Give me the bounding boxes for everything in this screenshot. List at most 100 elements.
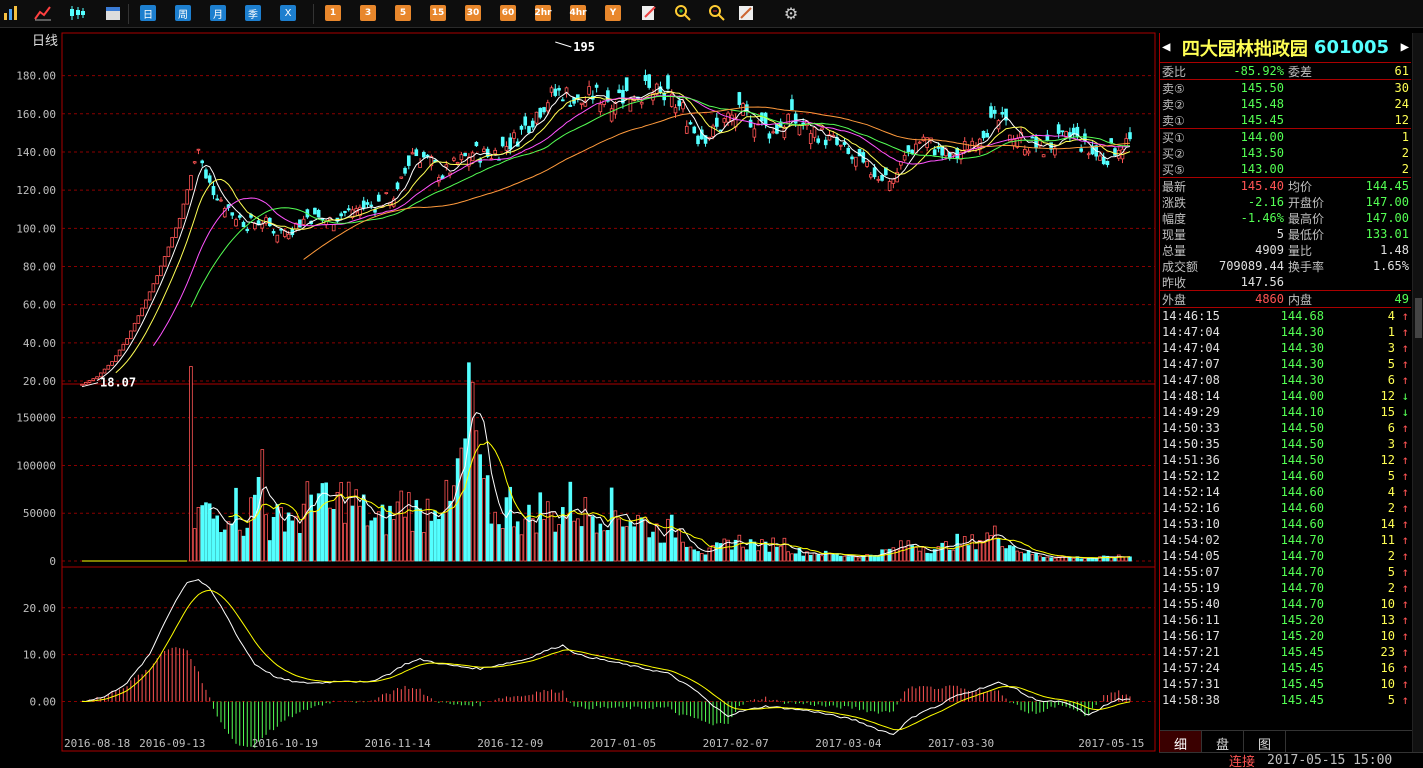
volume-bar (313, 511, 317, 562)
volume-bar (591, 516, 595, 562)
candle-body (414, 149, 419, 157)
price-tick-label: 180.00 (16, 70, 56, 83)
volume-bar (388, 505, 392, 562)
candle-body (459, 154, 464, 161)
candlestick-icon[interactable] (68, 4, 86, 22)
kline-chart[interactable]: 日线 180.00 160.00 140.00 120.00 100.00 80.00 60.… (0, 29, 1158, 768)
volume-bar (519, 534, 524, 562)
period-3min-button[interactable]: 3 (360, 5, 376, 21)
period-year-button[interactable]: Y (605, 5, 621, 21)
volume-bar (846, 556, 851, 562)
prev-stock-icon[interactable]: ◀ (1162, 39, 1170, 55)
candle-body (80, 383, 84, 386)
stat-row: 幅度 -1.46% 最高价 147.00 (1160, 210, 1411, 226)
connection-status[interactable]: 连接 (1229, 751, 1255, 768)
period-5min-button[interactable]: 5 (395, 5, 411, 21)
tick-volume: 5 (1387, 469, 1395, 483)
tick-price: 144.50 (1280, 453, 1324, 467)
candle-body (346, 208, 351, 211)
next-stock-icon[interactable]: ▶ (1401, 39, 1409, 55)
volume-bar (730, 549, 734, 562)
candle-body (752, 128, 757, 138)
zoom-in-icon[interactable] (674, 4, 692, 22)
date-tick-label: 2016-08-18 (64, 737, 130, 750)
stat-value: 145.40 (1240, 179, 1284, 193)
scrollbar-thumb[interactable] (1415, 298, 1422, 338)
candle-body (1128, 132, 1132, 140)
volume-bar (433, 510, 437, 562)
volume-bar (222, 529, 227, 562)
candle-body (587, 86, 591, 95)
period-month-button[interactable]: 月 (210, 5, 226, 21)
volume-bar (666, 518, 670, 562)
volume-bar (636, 514, 640, 562)
candle-body (1026, 150, 1031, 154)
volume-bar (947, 549, 952, 562)
ask-price: 145.48 (1240, 97, 1284, 111)
tick-row: 14:47:07 144.30 5 ↑ (1160, 356, 1411, 372)
period-day-button[interactable]: 日 (140, 5, 156, 21)
line-chart-icon[interactable] (34, 4, 52, 22)
ma10-line (115, 91, 1131, 374)
quote-scrollbar[interactable] (1412, 33, 1423, 768)
tick-direction: ↑ (1401, 341, 1409, 355)
period-60min-button[interactable]: 60 (500, 5, 516, 21)
bid-label: 买② (1162, 146, 1185, 161)
tick-volume: 15 (1380, 405, 1395, 419)
tick-row: 14:50:35 144.50 3 ↑ (1160, 436, 1411, 452)
candle-body (369, 204, 374, 207)
volume-bar (549, 511, 554, 562)
candle-body (95, 376, 99, 380)
tick-row: 14:55:07 144.70 5 ↑ (1160, 564, 1411, 580)
volume-bar (455, 458, 460, 562)
statusbar: 连接 2017-05-15 15:00 (1159, 752, 1423, 768)
bar-chart-icon[interactable] (2, 4, 20, 22)
tick-price: 145.45 (1280, 693, 1324, 707)
draw-icon[interactable] (737, 4, 755, 22)
candle-body (343, 210, 347, 214)
tick-direction: ↑ (1401, 453, 1409, 467)
volume-bar (275, 504, 280, 562)
candle-body (812, 127, 817, 138)
candle-body (846, 147, 851, 154)
period-x-button[interactable]: X (280, 5, 296, 21)
volume-bar (440, 513, 445, 562)
candle-body (741, 103, 745, 116)
volume-bar (692, 549, 697, 562)
period-15min-button[interactable]: 15 (430, 5, 446, 21)
period-quarter-button[interactable]: 季 (245, 5, 261, 21)
chart-canvas[interactable]: 日线 180.00 160.00 140.00 120.00 100.00 80.00 60.… (0, 29, 1158, 768)
period-30min-button[interactable]: 30 (465, 5, 481, 21)
volume-bar (914, 546, 918, 562)
volume-bar (527, 504, 531, 562)
edit-icon[interactable] (640, 4, 658, 22)
tick-row: 14:55:40 144.70 10 ↑ (1160, 596, 1411, 612)
candle-body (910, 149, 914, 154)
period-2hr-button[interactable]: 2hr (534, 5, 552, 21)
volume-bar (380, 504, 385, 562)
volume-bar (996, 538, 1001, 562)
gear-icon[interactable]: ⚙ (782, 4, 800, 23)
tick-list[interactable]: 14:46:15 144.68 4 ↑ 14:47:04 144.30 1 ↑ 14:47:04… (1160, 308, 1411, 708)
volume-bar (1004, 548, 1008, 562)
tick-direction: ↑ (1401, 645, 1409, 659)
period-week-button[interactable]: 周 (175, 5, 191, 21)
candle-body (823, 139, 828, 146)
volume-bar (760, 539, 764, 562)
period-1min-button[interactable]: 1 (325, 5, 341, 21)
tick-direction: ↑ (1401, 469, 1409, 483)
tick-price: 144.00 (1280, 389, 1324, 403)
calendar-icon[interactable] (104, 4, 122, 22)
tick-price: 144.50 (1280, 421, 1324, 435)
chart-frame (61, 32, 1156, 752)
tick-price: 144.68 (1280, 309, 1324, 323)
period-4hr-button[interactable]: 4hr (569, 5, 587, 21)
price-tick-label: 20.00 (23, 375, 56, 388)
volume-bar (816, 554, 821, 562)
candle-body (215, 198, 220, 201)
zoom-out-icon[interactable] (708, 4, 726, 22)
volume-bar (425, 498, 430, 562)
tick-row: 14:56:11 145.20 13 ↑ (1160, 612, 1411, 628)
stat-label: 现量 (1162, 227, 1187, 242)
volume-bar (538, 492, 543, 562)
